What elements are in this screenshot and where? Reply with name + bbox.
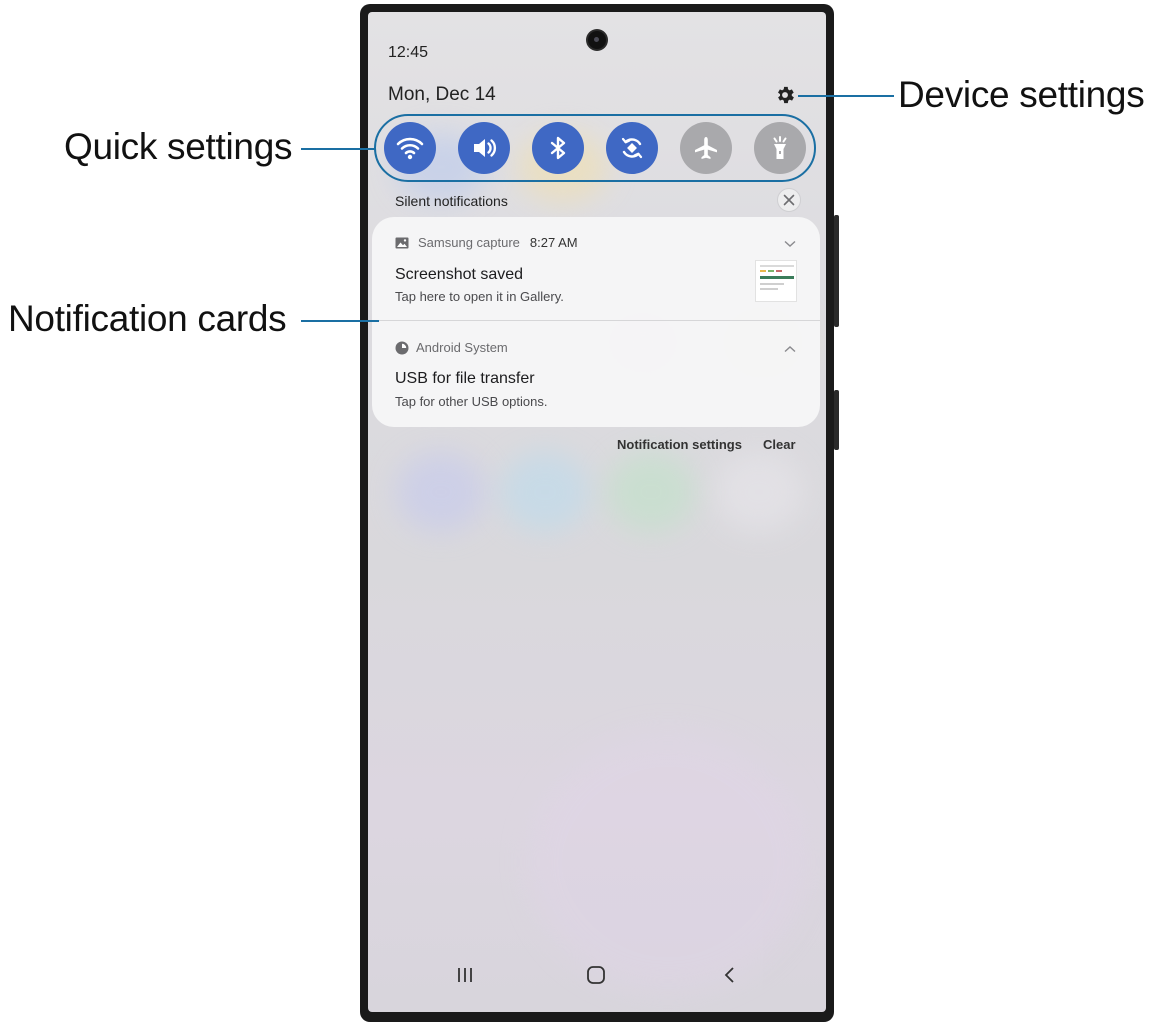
sound-icon <box>474 139 497 157</box>
notification-subtitle[interactable]: Tap for other USB options. <box>395 394 547 409</box>
notification-app-name: Android System <box>416 340 508 355</box>
quick-settings-outline <box>374 114 816 182</box>
home-icon[interactable] <box>586 965 606 990</box>
bluetooth-toggle[interactable] <box>532 122 584 174</box>
notification-time: 8:27 AM <box>529 235 578 250</box>
wifi-icon <box>396 137 424 160</box>
back-icon[interactable] <box>720 965 740 990</box>
silent-notifications-title: Silent notifications <box>395 193 508 209</box>
clear-button[interactable]: Clear <box>763 437 796 452</box>
wifi-toggle[interactable] <box>384 122 436 174</box>
auto-rotate-icon <box>621 137 643 159</box>
bluetooth-icon <box>550 136 566 160</box>
sound-toggle[interactable] <box>458 122 510 174</box>
device-settings-callout: Device settings <box>898 74 1145 115</box>
notification-title[interactable]: Screenshot saved <box>395 266 523 284</box>
chevron-up-icon[interactable] <box>784 340 796 356</box>
chevron-down-icon[interactable] <box>784 235 796 251</box>
notification-app-row[interactable]: Samsung capture 8:27 AM <box>395 235 578 250</box>
card-divider <box>372 320 820 321</box>
notification-settings-button[interactable]: Notification settings <box>617 437 742 452</box>
notification-cards-leader-line <box>301 320 379 322</box>
android-system-icon <box>395 341 409 354</box>
notification-app-row[interactable]: Android System <box>395 340 508 355</box>
notification-app-name: Samsung capture <box>418 235 520 250</box>
notification-subtitle[interactable]: Tap here to open it in Gallery. <box>395 289 564 304</box>
gallery-icon <box>395 237 409 248</box>
quick-settings-callout: Quick settings <box>64 126 293 167</box>
front-camera <box>588 31 606 49</box>
flashlight-icon <box>773 136 787 159</box>
quick-settings-leader-line <box>301 148 375 150</box>
gear-icon[interactable] <box>774 84 796 106</box>
flashlight-toggle[interactable] <box>754 122 806 174</box>
device-settings-leader-line <box>798 95 894 97</box>
volume-button <box>834 215 839 327</box>
status-time: 12:45 <box>388 44 429 61</box>
auto-rotate-toggle[interactable] <box>606 122 658 174</box>
notification-title[interactable]: USB for file transfer <box>395 370 535 388</box>
screenshot-thumbnail[interactable] <box>755 260 797 302</box>
airplane-mode-icon <box>695 137 717 159</box>
side-button <box>834 390 839 450</box>
notification-cards-callout: Notification cards <box>8 298 287 339</box>
close-icon[interactable] <box>777 188 801 212</box>
panel-date: Mon, Dec 14 <box>388 84 496 105</box>
recent-apps-icon[interactable] <box>455 965 475 990</box>
airplane-mode-toggle[interactable] <box>680 122 732 174</box>
